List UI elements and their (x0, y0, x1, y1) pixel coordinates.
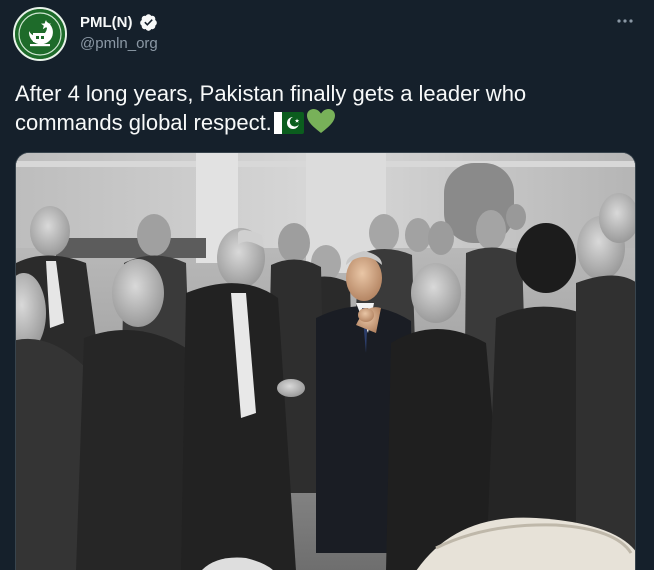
tweet-text: After 4 long years, Pakistan finally get… (15, 81, 527, 135)
more-options-button[interactable] (612, 8, 638, 34)
name-row: PML(N) (80, 12, 158, 32)
tweet-card: PML(N) @pmln_org After 4 long years, Pak… (0, 0, 654, 570)
account-handle[interactable]: @pmln_org (80, 35, 158, 52)
avatar[interactable] (13, 7, 67, 61)
display-name[interactable]: PML(N) (80, 14, 133, 31)
green-heart-emoji-icon (306, 108, 336, 141)
more-options-icon (617, 19, 633, 23)
tweet-photo[interactable] (15, 152, 636, 570)
verified-badge-icon (139, 13, 158, 32)
tweet-text-container: After 4 long years, Pakistan finally get… (15, 80, 635, 141)
pmln-party-logo-icon (15, 9, 65, 59)
pakistan-flag-emoji-icon (273, 112, 304, 141)
tweet-header: PML(N) @pmln_org (80, 12, 158, 53)
group-photo-image (16, 153, 635, 570)
